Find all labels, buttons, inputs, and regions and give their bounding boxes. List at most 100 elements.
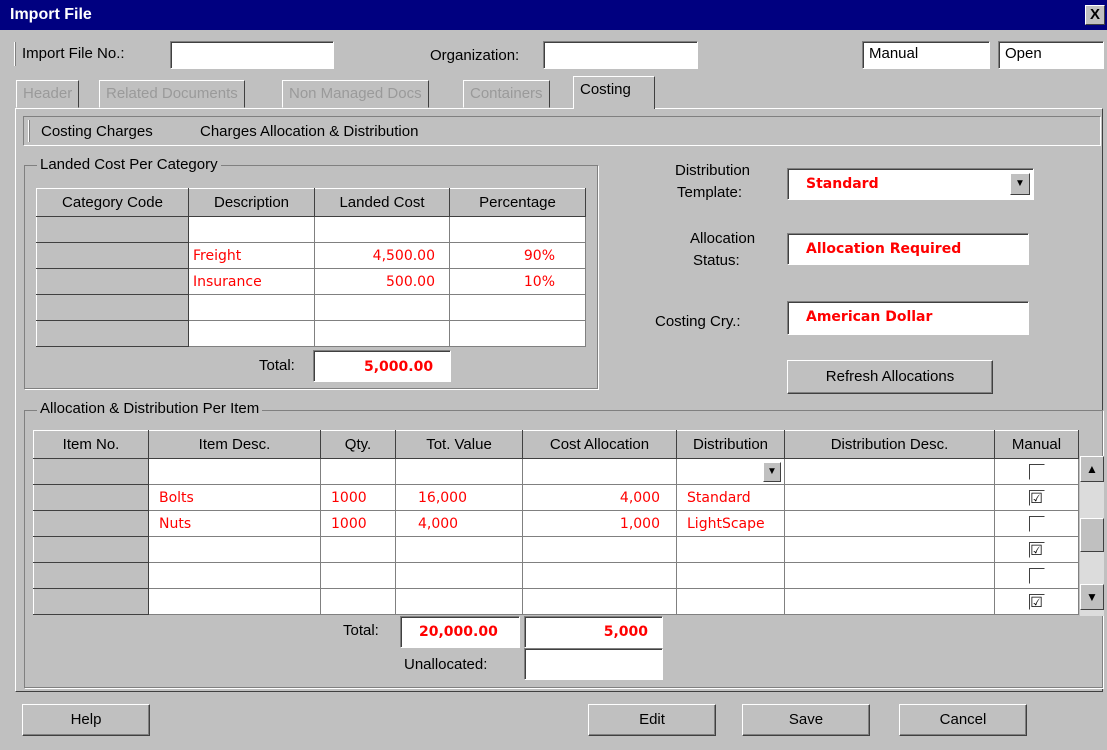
item-desc-cell[interactable] [148,588,321,615]
chevron-down-icon[interactable]: ▼ [763,462,781,482]
distribution-desc-cell[interactable] [784,458,995,485]
table-row[interactable] [33,562,1079,589]
distribution-cell[interactable]: LightScape [676,510,785,537]
arrow-up-icon[interactable]: ▲ [1080,456,1104,482]
manual-checkbox[interactable] [1028,516,1045,533]
arrow-down-icon[interactable]: ▼ [1080,584,1104,610]
distribution-cell[interactable] [676,562,785,589]
qty-cell[interactable] [320,536,396,563]
tab-containers[interactable]: Containers [463,80,550,108]
edit-button[interactable]: Edit [588,704,716,736]
table-row[interactable]: ▼ [33,458,1079,485]
distribution-cell[interactable]: Standard [676,484,785,511]
qty-cell[interactable]: 1000 [320,510,396,537]
landed-cost-cell[interactable]: 4,500.00 [314,242,450,269]
scrollbar-thumb[interactable] [1080,518,1104,552]
manual-cell[interactable]: ☑ [994,588,1079,615]
row-header[interactable] [33,562,149,589]
description-cell[interactable]: Freight [188,242,315,269]
percentage-cell[interactable] [449,294,586,321]
help-button[interactable]: Help [22,704,150,736]
distribution-template-select[interactable]: Standard [787,168,1034,200]
table-row[interactable] [36,320,586,347]
distribution-cell[interactable] [676,536,785,563]
item-desc-cell[interactable]: Nuts [148,510,321,537]
cost-cell[interactable]: 4,000 [522,484,677,511]
tab-non-managed-docs[interactable]: Non Managed Docs [282,80,429,108]
description-cell[interactable]: Insurance [188,268,315,295]
row-header[interactable] [36,242,189,269]
status-field[interactable]: Open [998,41,1104,69]
value-cell[interactable]: 4,000 [395,510,523,537]
table-row[interactable]: ☑ [33,588,1079,615]
row-header[interactable] [33,510,149,537]
row-header[interactable] [36,294,189,321]
manual-checkbox[interactable]: ☑ [1028,490,1045,507]
table-row[interactable] [36,216,586,243]
manual-checkbox[interactable]: ☑ [1028,594,1045,611]
row-header[interactable] [33,588,149,615]
qty-cell[interactable] [320,588,396,615]
landed-cost-cell[interactable] [314,320,450,347]
row-header[interactable] [33,484,149,511]
cost-cell[interactable] [522,458,677,485]
tab-header[interactable]: Header [16,80,80,108]
value-cell[interactable] [395,458,523,485]
description-cell[interactable] [188,320,315,347]
distribution-desc-cell[interactable] [784,484,995,511]
percentage-cell[interactable]: 10% [449,268,586,295]
cancel-button[interactable]: Cancel [899,704,1027,736]
manual-checkbox[interactable]: ☑ [1028,542,1045,559]
distribution-cell[interactable] [676,588,785,615]
row-header[interactable] [36,320,189,347]
cost-cell[interactable] [522,588,677,615]
qty-cell[interactable]: 1000 [320,484,396,511]
tab-costing[interactable]: Costing [573,76,655,109]
landed-cost-cell[interactable]: 500.00 [314,268,450,295]
description-cell[interactable] [188,216,315,243]
manual-cell[interactable] [994,458,1079,485]
manual-checkbox[interactable] [1028,464,1045,481]
row-header[interactable] [33,458,149,485]
distribution-desc-cell[interactable] [784,588,995,615]
value-cell[interactable] [395,562,523,589]
description-cell[interactable] [188,294,315,321]
subtab-allocation[interactable]: Charges Allocation & Distribution [200,123,418,140]
percentage-cell[interactable]: 90% [449,242,586,269]
manual-cell[interactable]: ☑ [994,484,1079,511]
tab-related-documents[interactable]: Related Documents [99,80,245,108]
value-cell[interactable] [395,588,523,615]
organization-field[interactable] [543,41,698,69]
subtab-costing-charges[interactable]: Costing Charges [41,123,153,140]
qty-cell[interactable] [320,458,396,485]
mode-field[interactable]: Manual [862,41,990,69]
item-desc-cell[interactable] [148,458,321,485]
refresh-allocations-button[interactable]: Refresh Allocations [787,360,993,394]
chevron-down-icon[interactable]: ▼ [1010,173,1030,195]
distribution-dropdown[interactable]: ▼ [676,458,785,485]
table-row[interactable] [36,294,586,321]
distribution-desc-cell[interactable] [784,536,995,563]
value-cell[interactable]: 16,000 [395,484,523,511]
table-row[interactable]: ☑ [33,536,1079,563]
item-desc-cell[interactable] [148,536,321,563]
table-row[interactable]: Bolts 1000 16,000 4,000 Standard ☑ [33,484,1079,511]
close-icon[interactable]: X [1085,5,1105,25]
table-row[interactable]: Nuts 1000 4,000 1,000 LightScape [33,510,1079,537]
row-header[interactable] [33,536,149,563]
table-row[interactable]: Freight 4,500.00 90% [36,242,586,269]
item-desc-cell[interactable] [148,562,321,589]
manual-cell[interactable]: ☑ [994,536,1079,563]
manual-checkbox[interactable] [1028,568,1045,585]
table-row[interactable]: Insurance 500.00 10% [36,268,586,295]
item-desc-cell[interactable]: Bolts [148,484,321,511]
landed-cost-cell[interactable] [314,294,450,321]
import-file-no-field[interactable] [170,41,334,69]
value-cell[interactable] [395,536,523,563]
landed-cost-cell[interactable] [314,216,450,243]
cost-cell[interactable]: 1,000 [522,510,677,537]
cost-cell[interactable] [522,536,677,563]
distribution-desc-cell[interactable] [784,510,995,537]
distribution-desc-cell[interactable] [784,562,995,589]
manual-cell[interactable] [994,510,1079,537]
